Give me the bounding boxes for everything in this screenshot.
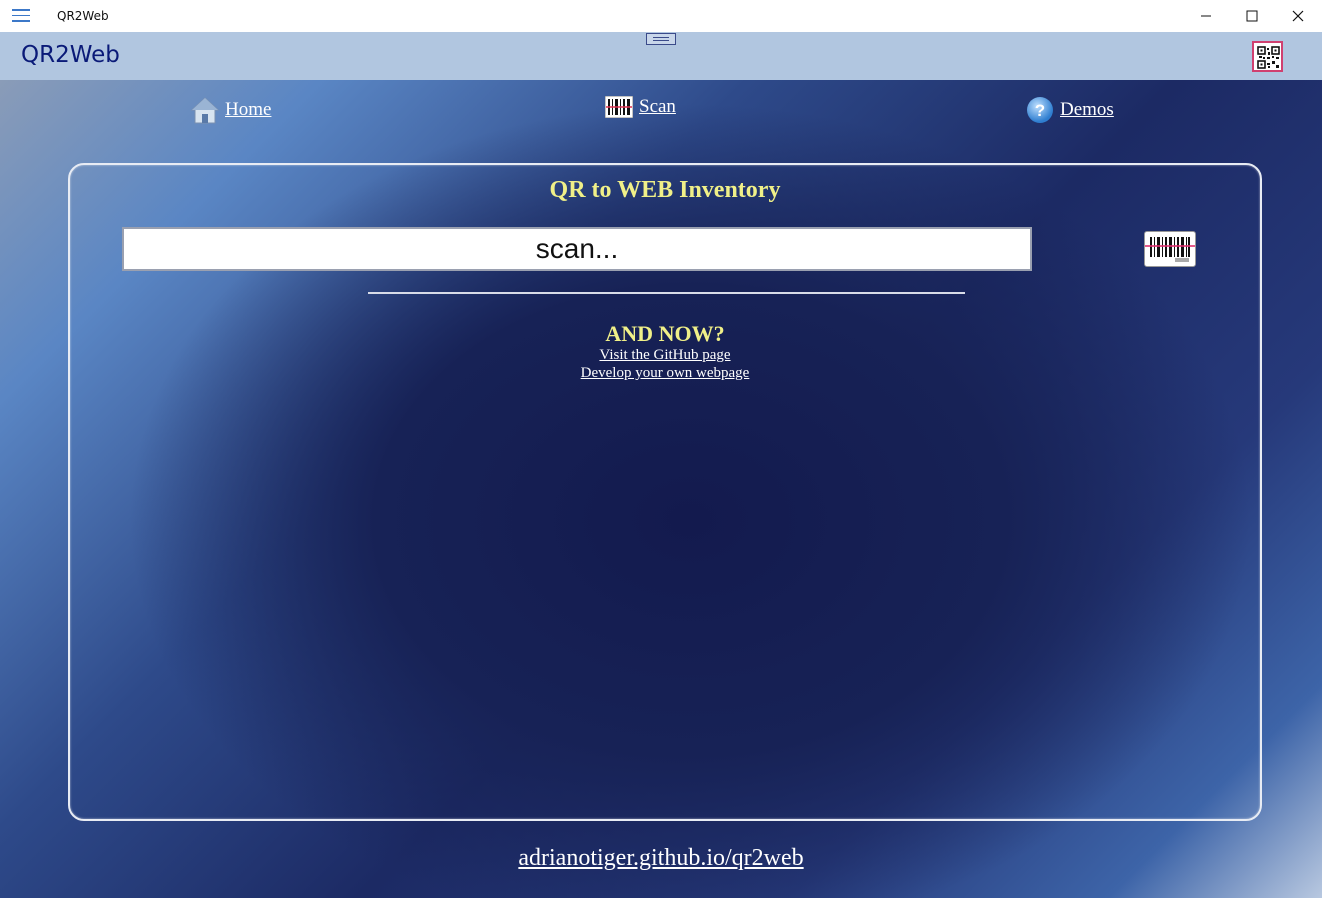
maximize-icon bbox=[1246, 10, 1258, 22]
help-icon: ? bbox=[1027, 97, 1053, 123]
develop-webpage-link[interactable]: Develop your own webpage bbox=[581, 365, 750, 381]
close-icon bbox=[1292, 10, 1304, 22]
scan-input[interactable] bbox=[122, 227, 1032, 271]
nav-home-link[interactable]: Home bbox=[191, 96, 271, 124]
maximize-button[interactable] bbox=[1229, 0, 1275, 32]
svg-text:?: ? bbox=[1035, 101, 1045, 120]
app-title: QR2Web bbox=[21, 42, 120, 68]
github-page-link[interactable]: Visit the GitHub page bbox=[599, 347, 730, 363]
window-title: QR2Web bbox=[57, 9, 109, 23]
inventory-panel: QR to WEB Inventory AND NOW? Visit the G… bbox=[68, 163, 1262, 821]
panel-title: QR to WEB Inventory bbox=[549, 177, 781, 203]
nav-demos-link[interactable]: ? Demos bbox=[1026, 96, 1114, 124]
barcode-icon bbox=[605, 96, 633, 118]
and-now-heading: AND NOW? bbox=[605, 321, 725, 346]
barcode-scanner-icon bbox=[1145, 237, 1195, 262]
qr-code-icon bbox=[1257, 46, 1280, 69]
window-titlebar: QR2Web bbox=[0, 0, 1322, 32]
hamburger-icon[interactable] bbox=[12, 9, 30, 23]
nav-home-label: Home bbox=[225, 99, 272, 120]
close-button[interactable] bbox=[1275, 0, 1321, 32]
minimize-button[interactable] bbox=[1183, 0, 1229, 32]
nav-demos-label: Demos bbox=[1060, 99, 1114, 120]
divider bbox=[368, 292, 965, 294]
qr-code-button[interactable] bbox=[1252, 41, 1283, 72]
web-content: Home Scan ? Demos QR to WEB Inventory sc… bbox=[0, 80, 1322, 898]
nav-scan-link[interactable]: Scan bbox=[605, 96, 676, 118]
house-icon bbox=[191, 97, 219, 124]
app-header: QR2Web bbox=[0, 32, 1322, 80]
minimize-icon bbox=[1201, 15, 1211, 17]
nav-scan-label: Scan bbox=[639, 96, 676, 117]
barcode-scanner-button[interactable] bbox=[1144, 231, 1196, 267]
footer-site-link[interactable]: adrianotiger.github.io/qr2web bbox=[518, 845, 803, 871]
collapse-handle[interactable] bbox=[646, 33, 676, 45]
